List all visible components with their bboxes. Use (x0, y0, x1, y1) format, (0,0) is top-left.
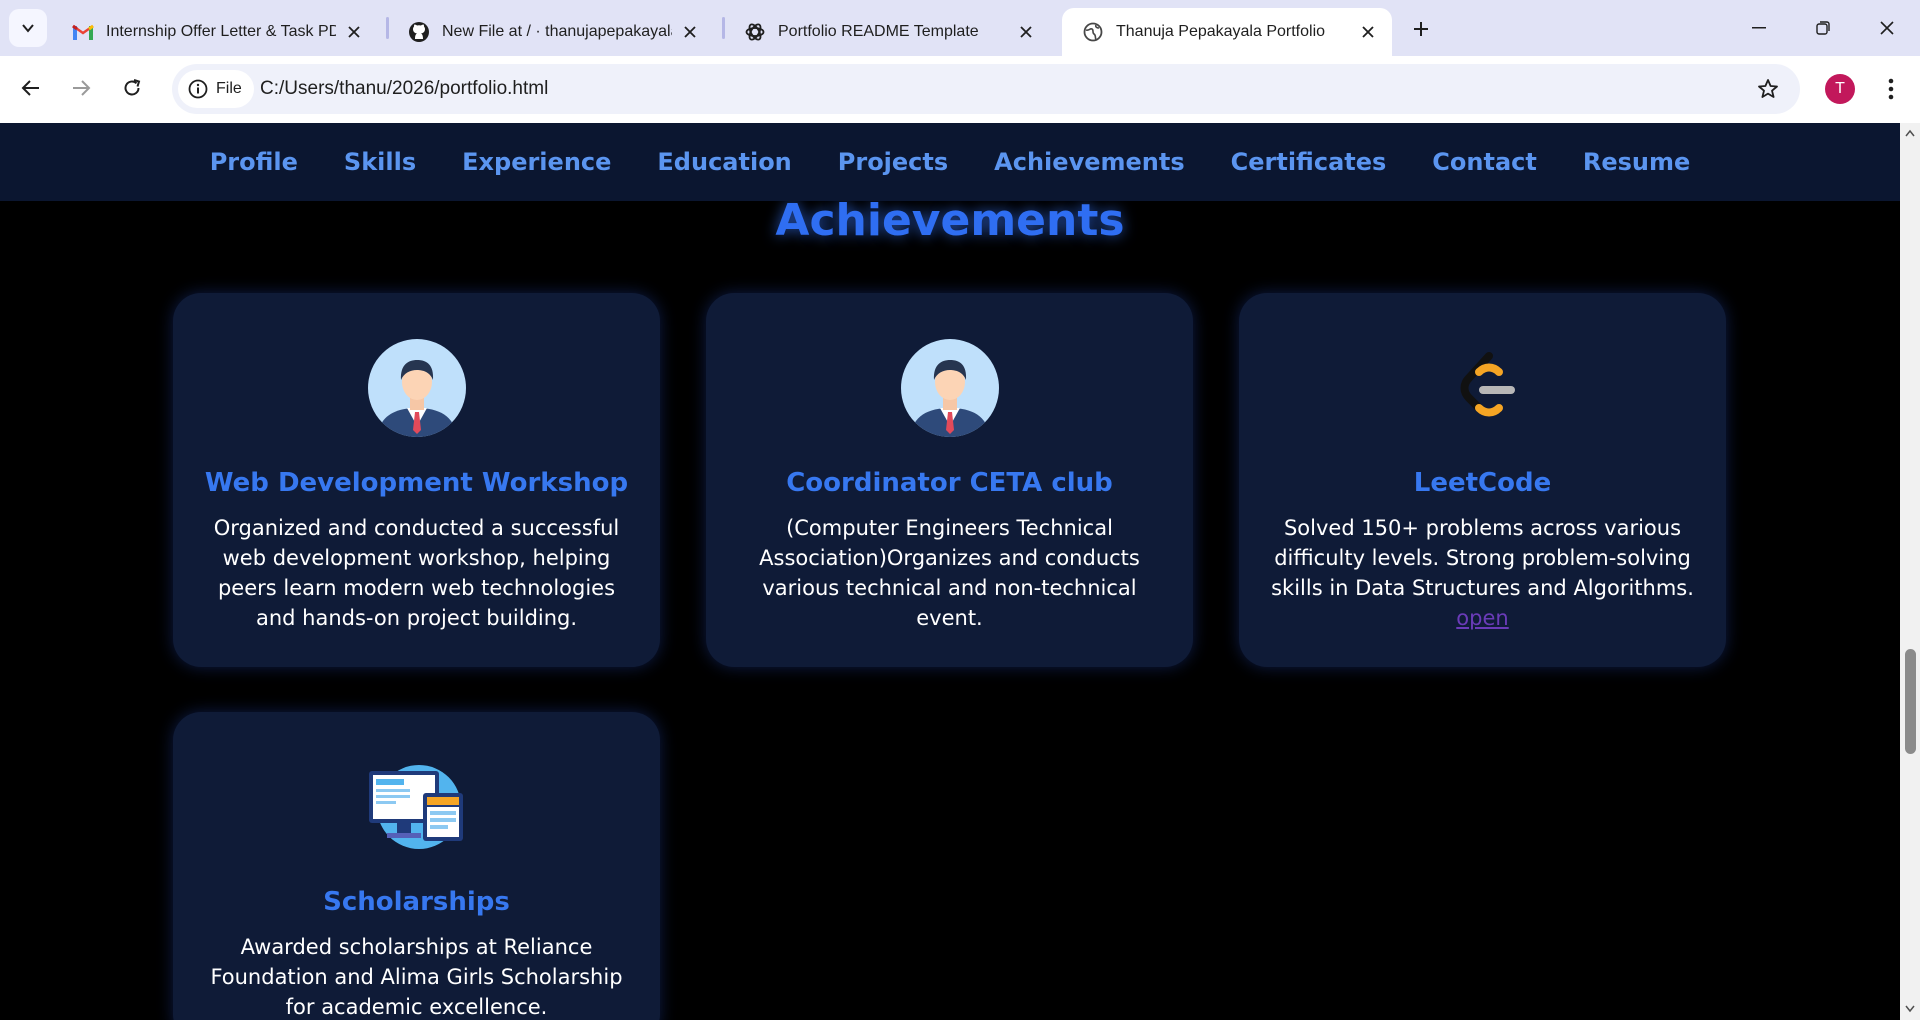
info-icon (188, 79, 208, 99)
browser-toolbar: File C:/Users/thanu/2026/portfolio.html … (0, 56, 1920, 123)
nav-link-achievements[interactable]: Achievements (994, 148, 1184, 176)
tab-portfolio[interactable]: Thanuja Pepakayala Portfolio (1062, 8, 1392, 56)
bookmark-star-icon[interactable] (1754, 75, 1782, 103)
close-icon[interactable] (680, 22, 700, 42)
site-info-chip[interactable]: File (178, 70, 254, 108)
card-title: LeetCode (1413, 468, 1552, 498)
reload-icon (124, 79, 141, 96)
address-bar[interactable]: File C:/Users/thanu/2026/portfolio.html (172, 64, 1800, 114)
nav-link-education[interactable]: Education (657, 148, 791, 176)
scroll-up-arrow-icon[interactable] (1904, 127, 1916, 139)
chatgpt-icon (744, 21, 766, 43)
arrow-left-icon (21, 80, 39, 96)
site-info-label: File (216, 80, 242, 97)
chevron-down-icon (22, 24, 34, 33)
close-icon[interactable] (1358, 22, 1378, 42)
back-button[interactable] (12, 69, 50, 107)
computer-screens-icon (367, 757, 467, 857)
globe-icon (1082, 21, 1104, 43)
nav-link-projects[interactable]: Projects (838, 148, 948, 176)
tab-github[interactable]: New File at / · thanujapepakayala/p (388, 8, 714, 56)
achievement-card: Scholarships Awarded scholarships at Rel… (173, 712, 660, 1020)
section-title: Achievements (775, 195, 1125, 246)
card-title: Scholarships (323, 887, 510, 917)
achievement-card: LeetCode Solved 150+ problems across var… (1239, 293, 1726, 667)
minimize-icon (1752, 27, 1766, 29)
nav-link-contact[interactable]: Contact (1432, 148, 1537, 176)
profile-avatar[interactable]: T (1825, 74, 1855, 104)
github-icon (408, 21, 430, 43)
achievement-card: Web Development Workshop Organized and c… (173, 293, 660, 667)
close-icon (1880, 21, 1894, 35)
url-text[interactable]: C:/Users/thanu/2026/portfolio.html (260, 78, 548, 100)
tab-title: New File at / · thanujapepakayala/p (442, 23, 672, 40)
nav-link-skills[interactable]: Skills (344, 148, 416, 176)
nav-link-certificates[interactable]: Certificates (1231, 148, 1387, 176)
businessman-avatar-icon (367, 338, 467, 438)
card-description: Solved 150+ problems across various diff… (1269, 513, 1696, 633)
nav-link-profile[interactable]: Profile (210, 148, 298, 176)
arrow-right-icon (73, 80, 91, 96)
tab-strip: Internship Offer Letter & Task PDF New F… (0, 0, 1920, 56)
plus-icon (1414, 22, 1428, 36)
close-icon[interactable] (1016, 22, 1036, 42)
scrollbar-thumb[interactable] (1905, 649, 1916, 754)
leetcode-logo-icon (1433, 338, 1533, 438)
minimize-button[interactable] (1727, 0, 1791, 56)
close-icon[interactable] (344, 22, 364, 42)
tab-search-button[interactable] (9, 9, 47, 47)
page-scrollbar[interactable] (1900, 123, 1920, 1020)
scroll-down-arrow-icon[interactable] (1904, 1003, 1916, 1015)
card-description-text: Solved 150+ problems across various diff… (1271, 516, 1694, 600)
restore-button[interactable] (1791, 0, 1855, 56)
gmail-icon (72, 21, 94, 43)
card-title: Web Development Workshop (204, 468, 629, 498)
businessman-avatar-icon (900, 338, 1000, 438)
card-title: Coordinator CETA club (786, 468, 1113, 498)
reload-button[interactable] (113, 69, 151, 107)
card-description: (Computer Engineers Technical Associatio… (759, 516, 1140, 630)
tab-gmail[interactable]: Internship Offer Letter & Task PDF (52, 8, 378, 56)
close-window-button[interactable] (1855, 0, 1919, 56)
tab-chatgpt[interactable]: Portfolio README Template (724, 8, 1050, 56)
tab-title: Portfolio README Template (778, 23, 979, 40)
nav-link-resume[interactable]: Resume (1583, 148, 1690, 176)
new-tab-button[interactable] (1404, 12, 1438, 46)
kebab-menu-icon[interactable] (1876, 74, 1906, 104)
leetcode-open-link[interactable]: open (1269, 603, 1696, 633)
site-nav: Profile Skills Experience Education Proj… (0, 123, 1900, 201)
restore-icon (1816, 21, 1830, 35)
tab-title: Thanuja Pepakayala Portfolio (1116, 23, 1326, 40)
forward-button[interactable] (62, 69, 100, 107)
card-description: Organized and conducted a successful web… (213, 516, 620, 630)
nav-link-experience[interactable]: Experience (462, 148, 611, 176)
achievement-card: Coordinator CETA club (Computer Engineer… (706, 293, 1193, 667)
card-description: Awarded scholarships at Reliance Foundat… (210, 935, 623, 1019)
page-viewport: Achievements Web Development Workshop Or… (0, 123, 1900, 1020)
tab-title: Internship Offer Letter & Task PDF (106, 23, 336, 40)
